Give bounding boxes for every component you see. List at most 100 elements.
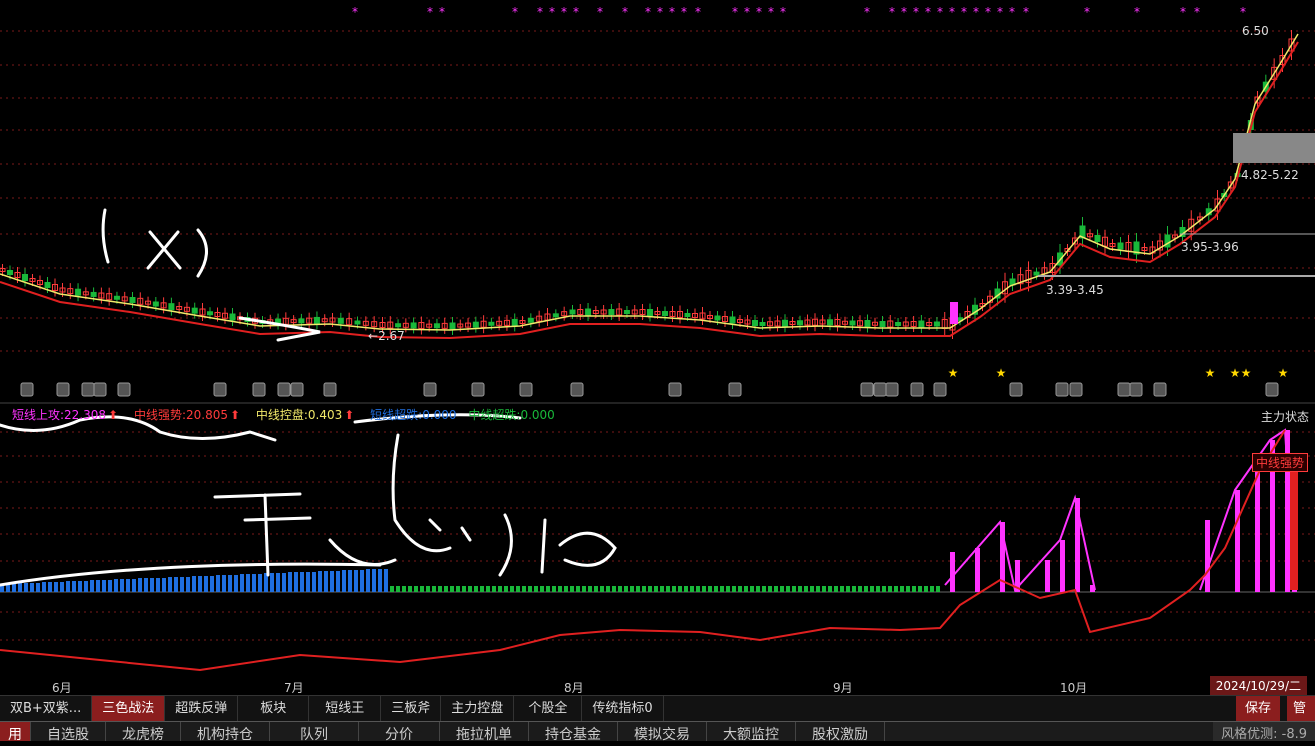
indicator-bar [192,576,196,592]
menu-item-large-monitor[interactable]: 大额监控 [707,722,796,741]
tab-three-color[interactable]: 三色战法 [92,696,166,721]
indicator-bar [606,586,610,592]
candle-body [879,321,886,327]
menu-item-watchlist[interactable]: 自选股 [31,722,106,741]
indicator-bar [840,586,844,592]
menu-item-dragon-tiger[interactable]: 龙虎榜 [106,722,181,741]
price-low-label: ←2.67 [368,329,405,343]
indicator-bar [222,575,226,592]
signal-badge [1069,382,1083,397]
indicator-bar [726,586,730,592]
indicator-bar [108,580,112,592]
indicator-bar [492,586,496,592]
signal-badge [1055,382,1069,397]
indicator-bar [486,586,490,592]
indicator-bar [288,572,292,592]
menu-item-tractor[interactable]: 拖拉机单 [440,722,529,741]
candlestick-chart[interactable]: * * * * * * * * * * * * * * * * * * * * * * * * * * * * * * * * * * * * * *★ ★… [0,0,1315,695]
indicator-bar [822,586,826,592]
indicator-bar [720,586,724,592]
save-button[interactable]: 保存 [1236,696,1281,721]
menu-item-fund-holdings[interactable]: 持仓基金 [529,722,618,741]
tab-main-control[interactable]: 主力控盘 [441,696,515,721]
signal-badge [93,382,107,397]
indicator-bar [690,586,694,592]
star-icon: ★ [1241,366,1252,380]
indicator-bar [66,581,70,592]
top-marker: * [997,5,1003,19]
indicator-bar [144,578,148,592]
top-marker: * [561,5,567,19]
indicator-bar [654,586,658,592]
menu-item-institution[interactable]: 机构持仓 [181,722,270,741]
tab-three-axe[interactable]: 三板斧 [381,696,442,721]
menu-item-price-split[interactable]: 分价 [359,722,440,741]
indicator-bar [888,586,892,592]
indicator-bar [162,578,166,592]
manage-button[interactable]: 管理 [1287,696,1315,741]
indicator-bar [702,586,706,592]
top-marker: * [597,5,603,19]
indicator-bar [396,586,400,592]
red-indicator-line [0,429,1286,672]
indicator-bar [114,579,118,592]
indicator-bar [792,586,796,592]
signal-badge [423,382,437,397]
indicator-bar [876,586,880,592]
indicator-bar [528,586,532,592]
top-marker: * [901,5,907,19]
tab-double-b[interactable]: 双B+双紫... [0,696,93,721]
menu-item-sim-trade[interactable]: 模拟交易 [618,722,707,741]
indicator-bar [975,548,980,592]
menu-item-use[interactable]: 用 [0,722,31,741]
legend-short-attack: 短线上攻:22.308 [12,408,107,422]
signal-badge [471,382,485,397]
indicator-bar [642,586,646,592]
indicator-bar [270,573,274,592]
zone-top-label: 4.82-5.22 [1241,168,1299,182]
signal-badge [910,382,924,397]
star-icon: ★ [948,366,959,380]
star-icon: ★ [1230,366,1241,380]
candle-body [337,317,344,324]
indicator-bar [516,586,520,592]
indicator-legend: 短线上攻:22.308 ⬆ 中线强势:20.805 ⬆ 中线控盘:0.403 ⬆ 短线… [0,406,563,424]
candle-body [759,322,766,326]
indicator-bar [906,586,910,592]
signal-badge [933,382,947,397]
indicator-bar [456,586,460,592]
indicator-bar [762,586,766,592]
style-detect-readout: 风格优测: -8.9 [1213,722,1315,741]
candle-body [827,319,833,326]
top-marker: * [681,5,687,19]
top-marker: * [512,5,518,19]
top-marker: * [1009,5,1015,19]
menu-item-queue[interactable]: 队列 [270,722,359,741]
signal-badge [1153,382,1167,397]
tab-traditional[interactable]: 传统指标0 [582,696,664,721]
legend-mid-strong: 中线强势:20.805 [133,408,228,422]
candle-body [313,316,320,324]
tab-stock-all[interactable]: 个股全 [514,696,583,721]
tab-short-king[interactable]: 短线王 [309,696,382,721]
top-marker: * [925,5,931,19]
indicator-bar [384,569,388,592]
indicator-bar [210,576,214,592]
indicator-bar [828,586,832,592]
indicator-bar [126,579,130,592]
tab-oversold-rebound[interactable]: 超跌反弹 [165,696,239,721]
indicator-bar [1060,540,1065,592]
indicator-bar [816,586,820,592]
indicator-bar [348,570,352,592]
candle-body [1094,235,1101,242]
tab-sector[interactable]: 板块 [238,696,310,721]
star-icon: ★ [1205,366,1216,380]
signal-badge [252,382,266,397]
top-marker: * [427,5,433,19]
indicator-bar [444,586,448,592]
indicator-bar [1045,560,1050,592]
top-marker: * [439,5,445,19]
menu-item-equity-incentive[interactable]: 股权激励 [796,722,885,741]
indicator-bar [54,582,58,592]
candle-body [933,321,940,327]
